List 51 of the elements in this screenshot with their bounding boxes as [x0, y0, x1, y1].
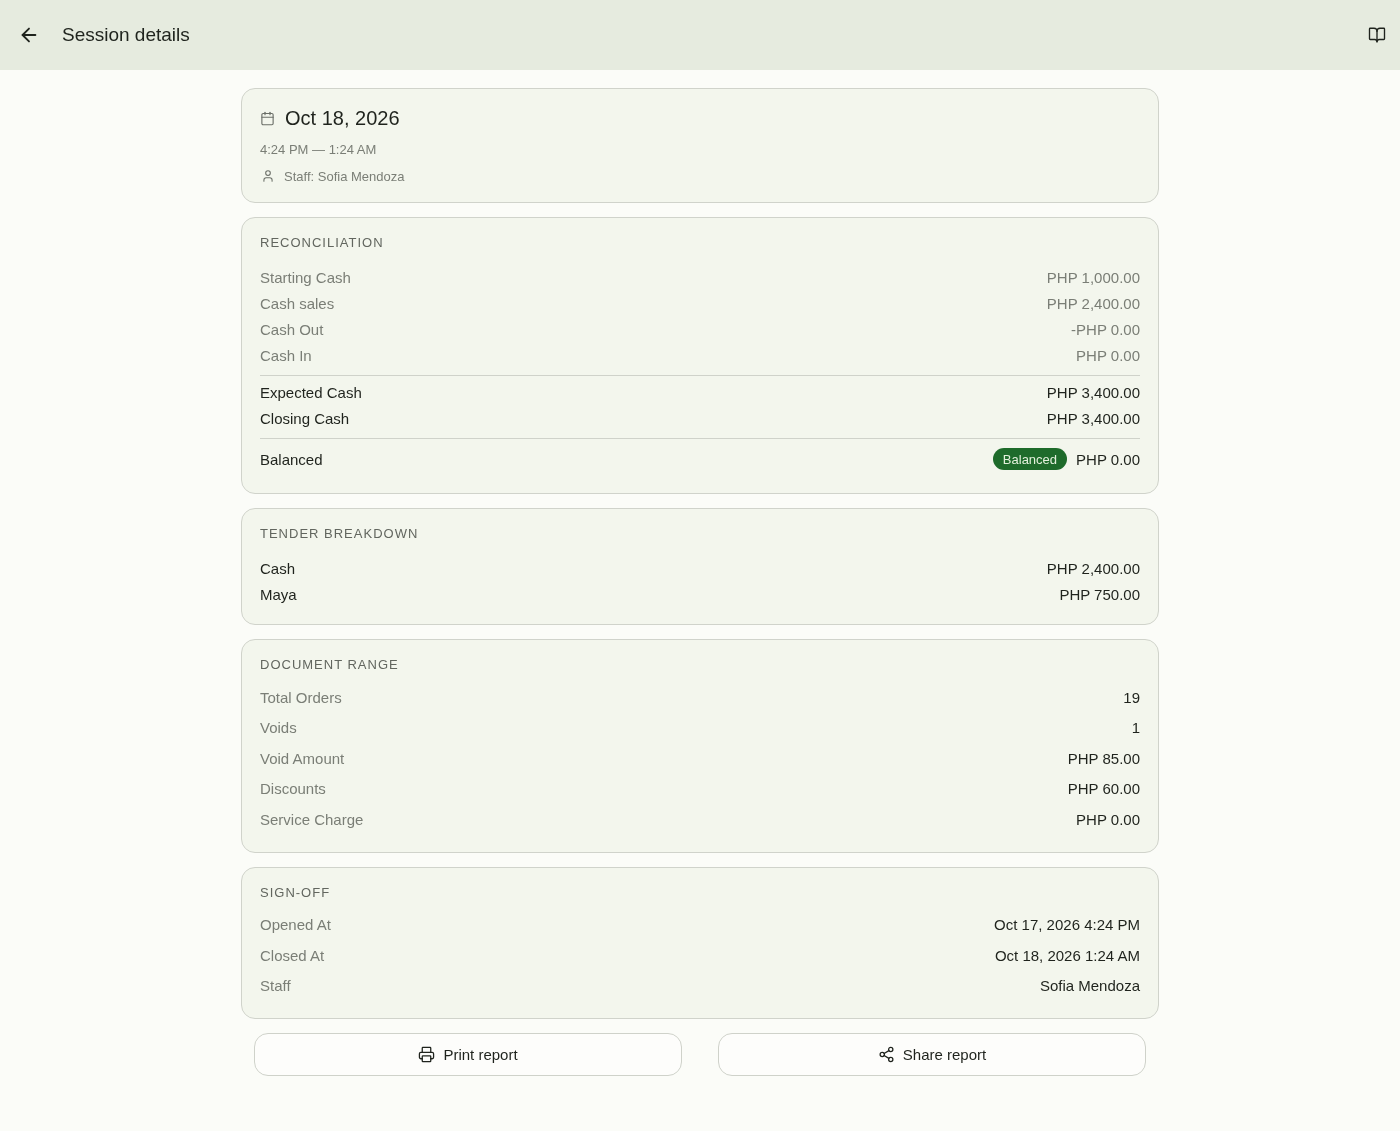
row-value: Sofia Mendoza: [1039, 977, 1140, 995]
row-value: PHP 2,400.00: [1046, 559, 1140, 577]
session-date: Oct 18, 2026: [285, 106, 400, 130]
row-label: Closed At: [260, 946, 325, 964]
row-label: Cash In: [260, 346, 312, 364]
printer-icon: [418, 1046, 436, 1063]
row-value: PHP 85.00: [1067, 749, 1140, 767]
row-value: PHP 2,400.00: [1046, 294, 1140, 312]
card-heading: TENDER BREAKDOWN: [260, 526, 419, 542]
row-label: Starting Cash: [260, 268, 351, 286]
row-value: Oct 17, 2026 4:24 PM: [994, 916, 1140, 934]
row-label: Cash: [260, 559, 296, 577]
row-value: PHP 60.00: [1067, 780, 1140, 798]
card-heading: RECONCILIATION: [260, 235, 384, 251]
row-label: Total Orders: [260, 688, 342, 706]
row-label: Opened At: [260, 916, 331, 934]
row-value: PHP 0.00: [1076, 450, 1140, 468]
page-title: Session details: [62, 24, 190, 46]
row-label: Closing Cash: [260, 409, 350, 427]
book-icon: [1368, 26, 1386, 44]
row-label: Expected Cash: [260, 383, 362, 401]
row-label: Cash sales: [260, 294, 335, 312]
session-staff: Staff: Sofia Mendoza: [284, 168, 405, 184]
row-label: Voids: [260, 719, 297, 737]
status-badge: Balanced: [992, 448, 1068, 470]
calendar-icon: [260, 110, 275, 126]
row-label: Discounts: [260, 780, 326, 798]
row-label: Cash Out: [260, 320, 324, 338]
row-value: PHP 0.00: [1076, 346, 1140, 364]
row-value: PHP 1,000.00: [1046, 268, 1140, 286]
row-label: Maya: [260, 585, 297, 603]
row-value: PHP 3,400.00: [1046, 383, 1140, 401]
row-value: PHP 0.00: [1076, 810, 1140, 828]
share-icon: [877, 1046, 895, 1063]
row-value: Oct 18, 2026 1:24 AM: [994, 946, 1140, 964]
row-value: -PHP 0.00: [1071, 320, 1140, 338]
card-heading: DOCUMENT RANGE: [260, 657, 399, 673]
row-value: PHP 750.00: [1059, 585, 1140, 603]
row-value: 19: [1123, 688, 1140, 706]
row-label: Balanced: [260, 450, 323, 468]
report-button[interactable]: Print report: [254, 1033, 682, 1076]
row-value: 1: [1131, 719, 1140, 737]
card-heading: SIGN-OFF: [260, 884, 331, 901]
row-label: Service Charge: [260, 810, 364, 828]
row-value: PHP 3,400.00: [1046, 409, 1140, 427]
row-label: Void Amount: [260, 749, 345, 767]
report-button[interactable]: Share report: [718, 1033, 1146, 1076]
session-time-range: 4:24 PM — 1:24 AM: [260, 141, 377, 159]
book-button[interactable]: [1368, 26, 1386, 44]
row-label: Staff: [260, 977, 291, 995]
person-icon: [261, 169, 275, 183]
